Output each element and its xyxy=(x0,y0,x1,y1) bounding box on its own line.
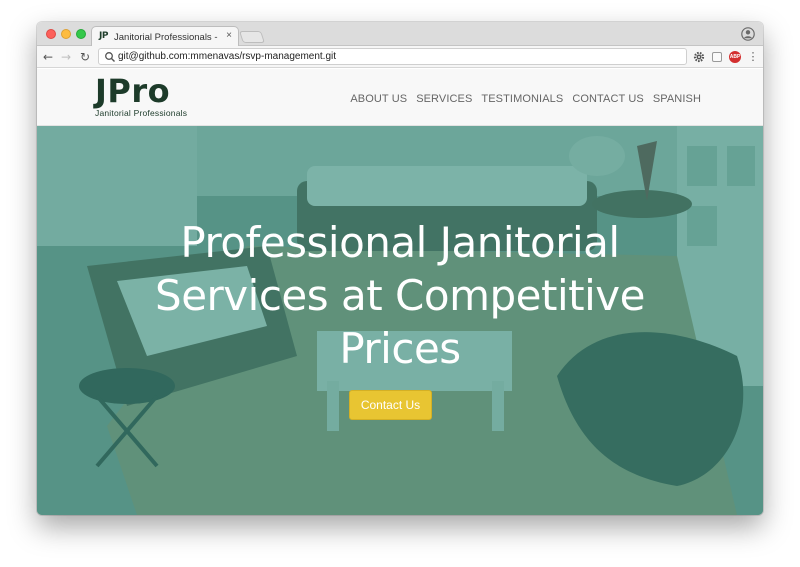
tab-active[interactable]: JP Janitorial Professionals - Commercial… xyxy=(91,26,239,47)
nav-contact-us[interactable]: CONTACT US xyxy=(572,92,644,106)
main-nav: ABOUT US SERVICES TESTIMONIALS CONTACT U… xyxy=(350,92,701,106)
favicon-icon: JP xyxy=(99,31,108,41)
logo-text: JPro xyxy=(95,72,171,110)
window-minimize-button[interactable] xyxy=(61,29,71,39)
hero-title: Professional Janitorial Services at Comp… xyxy=(155,218,645,373)
tab-bar: JP Janitorial Professionals - Commercial… xyxy=(37,22,763,47)
browser-window: JP Janitorial Professionals - Commercial… xyxy=(37,22,763,515)
nav-about-us[interactable]: ABOUT US xyxy=(350,92,407,106)
tab-close-icon[interactable]: × xyxy=(226,30,232,42)
address-bar[interactable]: git@github.com:mmenavas/rsvp-management.… xyxy=(98,48,687,65)
reload-button[interactable]: ↻ xyxy=(78,49,92,65)
window-close-button[interactable] xyxy=(46,29,56,39)
extension-icon[interactable] xyxy=(712,52,722,62)
contact-us-button[interactable]: Contact Us xyxy=(349,390,432,420)
nav-services[interactable]: SERVICES xyxy=(416,92,472,106)
menu-icon[interactable]: ⋮ xyxy=(747,51,759,63)
browser-toolbar: ← → ↻ git@github.com:mmenavas/rsvp-manag… xyxy=(37,46,763,68)
nav-testimonials[interactable]: TESTIMONIALS xyxy=(481,92,563,106)
forward-button[interactable]: → xyxy=(59,49,73,65)
site-logo[interactable]: JPro Janitorial Professionals xyxy=(95,75,187,118)
window-maximize-button[interactable] xyxy=(76,29,86,39)
profile-icon[interactable] xyxy=(741,27,755,41)
adblock-icon[interactable]: ABP xyxy=(729,51,741,63)
search-icon xyxy=(105,52,115,62)
hero-section: Professional Janitorial Services at Comp… xyxy=(37,126,763,515)
gear-icon[interactable] xyxy=(693,51,705,63)
logo-subtitle: Janitorial Professionals xyxy=(95,108,188,118)
nav-spanish[interactable]: SPANISH xyxy=(653,92,701,106)
site-header: JPro Janitorial Professionals ABOUT US S… xyxy=(37,69,763,126)
new-tab-button[interactable] xyxy=(239,31,265,43)
tab-title: Janitorial Professionals - Commercial xyxy=(114,32,218,43)
back-button[interactable]: ← xyxy=(41,49,55,65)
address-text: git@github.com:mmenavas/rsvp-management.… xyxy=(118,51,337,62)
